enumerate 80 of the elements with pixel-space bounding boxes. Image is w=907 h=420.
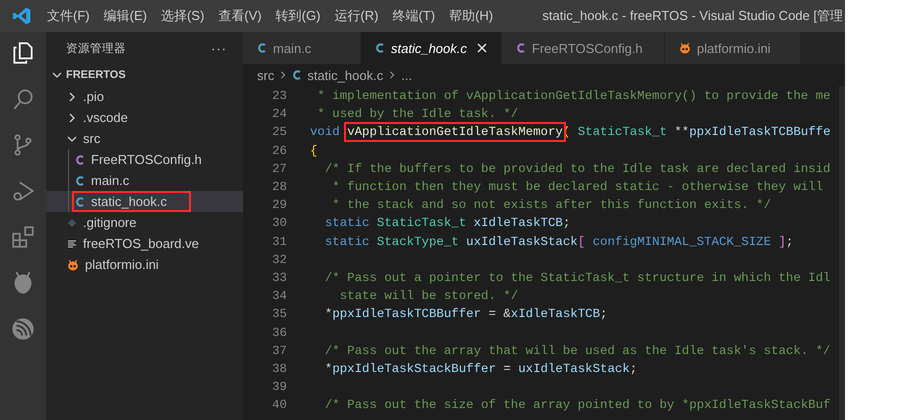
line-number: 23 — [271, 89, 287, 104]
chevron-icon — [67, 112, 77, 122]
code-line: *ppxIdleTaskTCBBuffer = &xIdleTaskTCB; — [324, 307, 608, 322]
breadcrumb-item[interactable]: static_hook.c — [307, 68, 384, 82]
line-number: 36 — [271, 326, 287, 340]
line-number: 29 — [271, 198, 287, 212]
wave-circle-icon[interactable] — [10, 316, 36, 342]
c-file-icon — [375, 42, 385, 54]
code-line: static StackType_t uxIdleTaskStack[ configMINIMAL_STACK_SIZE ]; — [324, 234, 794, 249]
file-tree-item[interactable]: main.c — [74, 172, 134, 189]
line-number: 24 — [271, 107, 287, 122]
code-line: state will be stored. */ — [338, 289, 518, 304]
menu-item[interactable]: 文件(F) — [40, 7, 97, 25]
line-number: 39 — [271, 380, 287, 394]
code-line: static StaticTask_t xIdleTaskTCB; — [324, 216, 570, 230]
file-tree-item[interactable]: .vscode — [66, 109, 133, 126]
folder-header[interactable]: FREERTOS — [46, 64, 243, 86]
file-tree-item[interactable]: FreeRTOSConfig.h — [74, 151, 207, 168]
line-number: 35 — [271, 307, 287, 322]
line-number: 32 — [271, 252, 287, 267]
menu-item[interactable]: 帮助(H) — [442, 7, 500, 25]
menu-item[interactable]: 运行(R) — [327, 7, 386, 25]
editor-tab[interactable]: main.c — [243, 32, 361, 64]
blocks-icon[interactable] — [10, 224, 36, 250]
file-tree-item[interactable]: src — [66, 130, 106, 147]
code-line: * the stack and so not exists after this function exits. */ — [331, 198, 772, 212]
file-tree-item[interactable]: .gitignore — [66, 214, 142, 231]
breadcrumb-item[interactable]: ... — [401, 68, 412, 82]
line-number: 34 — [271, 289, 287, 304]
line-number: 31 — [271, 234, 287, 249]
code-line: /* If the buffers to be provided to the Idle task are declared insid — [324, 162, 830, 176]
chevron-icon — [67, 134, 77, 144]
c-file-icon — [516, 42, 526, 54]
code-line: *ppxIdleTaskStackBuffer = uxIdleTaskStack; — [324, 362, 638, 376]
c-file-icon — [75, 196, 85, 208]
menu-item[interactable]: 查看(V) — [211, 7, 269, 25]
window-title: static_hook.c - freeRTOS - Visual Studio Code [管理 — [542, 7, 844, 25]
alien-icon — [67, 258, 79, 270]
line-number: 26 — [271, 144, 287, 158]
lines-icon — [67, 238, 77, 248]
menu-item[interactable]: 终端(T) — [385, 7, 442, 25]
close-icon[interactable] — [476, 43, 487, 53]
line-number: 33 — [271, 270, 287, 285]
chevron-icon — [388, 70, 396, 80]
code-line: { — [310, 144, 318, 158]
menu-item[interactable]: 转到(G) — [268, 7, 328, 25]
code-line: * used by the Idle task. */ — [316, 107, 518, 122]
alien-icon — [678, 42, 691, 54]
editor-tab[interactable]: FreeRTOSConfig.h — [502, 32, 665, 64]
c-file-icon — [75, 154, 85, 166]
line-number: 28 — [271, 180, 287, 194]
file-tree-item[interactable]: platformio.ini — [66, 256, 164, 273]
chevron-icon — [52, 70, 62, 80]
menu-item[interactable]: 选择(S) — [154, 7, 212, 25]
app-logo-icon — [12, 6, 32, 26]
c-file-icon — [75, 174, 85, 186]
line-number: 25 — [271, 125, 287, 140]
c-file-icon — [257, 42, 267, 54]
diamond-icon — [67, 218, 77, 228]
code-line: /* Pass out the array that will be used as the Idle task's stack. */ — [324, 344, 830, 358]
breadcrumb-item[interactable]: src — [257, 68, 274, 82]
code-line: /* Pass out a pointer to the StaticTask_t structure in which the Idl — [324, 270, 830, 285]
more-actions[interactable]: ··· — [211, 40, 227, 56]
chevron-icon — [67, 92, 77, 102]
line-number: 37 — [271, 344, 287, 358]
editor-tab[interactable]: static_hook.c — [361, 32, 502, 64]
editor-tab[interactable]: platformio.ini — [664, 32, 801, 64]
code-line: * function then they must be declared static - otherwise they will — [331, 180, 824, 194]
c-file-icon — [292, 69, 302, 81]
panel-title: 资源管理器 — [66, 42, 126, 56]
line-number: 40 — [271, 398, 287, 412]
chevron-icon — [279, 70, 288, 80]
file-tree-item[interactable]: freeRTOS_board.ve — [66, 235, 204, 252]
file-tree-item[interactable]: .pio — [66, 88, 109, 105]
menu-item[interactable]: 编辑(E) — [96, 7, 154, 25]
line-number: 27 — [271, 162, 287, 176]
line-number: 30 — [271, 216, 287, 230]
line-number: 38 — [271, 362, 287, 376]
code-line: * implementation of vApplicationGetIdleTaskMemory() to provide the me — [316, 89, 830, 104]
code-line: /* Pass out the size of the array pointed to by *ppxIdleTaskStackBuf — [324, 398, 830, 412]
